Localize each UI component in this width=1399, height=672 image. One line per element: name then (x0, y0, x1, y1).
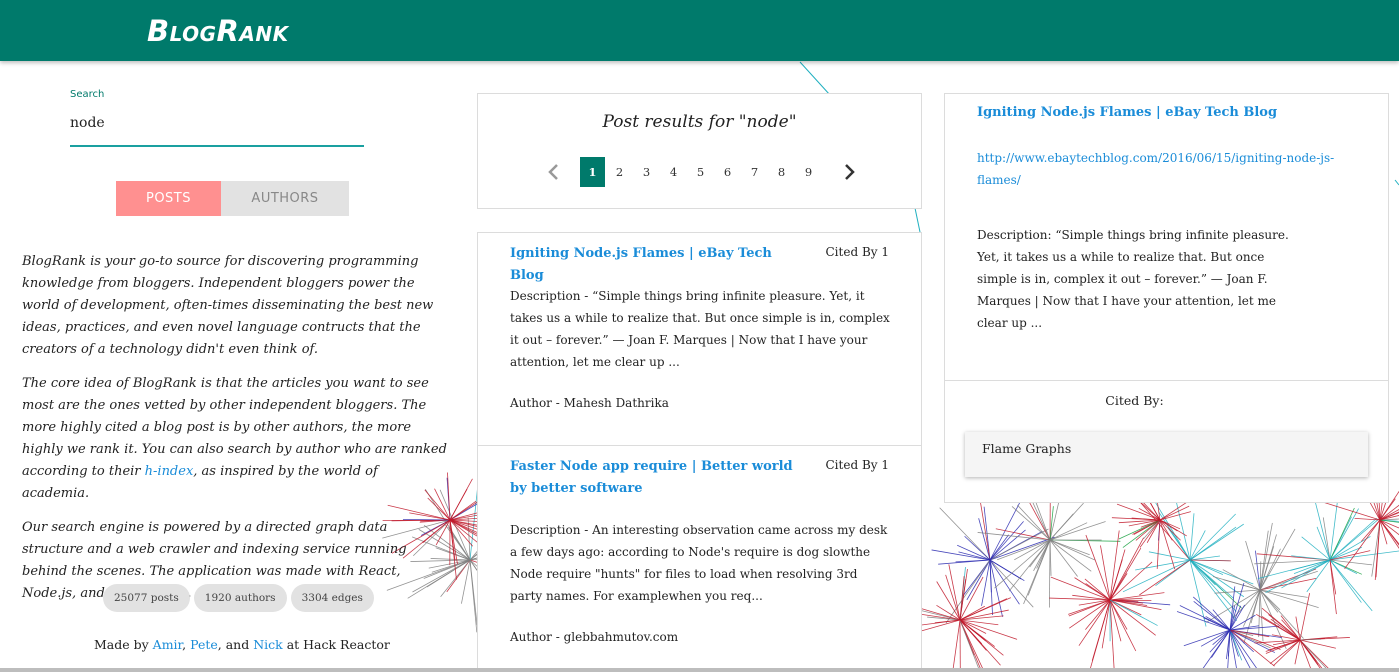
detail-title[interactable]: Igniting Node.js Flames | eBay Tech Blog (977, 105, 1277, 120)
credits-sep-1: , (182, 637, 191, 652)
page-number-6[interactable]: 6 (715, 157, 740, 187)
page-number-9[interactable]: 9 (796, 157, 821, 187)
page-number-5[interactable]: 5 (688, 157, 713, 187)
bottom-scroll-strip (0, 668, 1399, 672)
result-author: Author - glebbahmutov.com (510, 630, 679, 644)
chevron-left-icon[interactable] (540, 157, 566, 187)
nick-link[interactable]: Nick (253, 637, 283, 652)
about-paragraph-1: BlogRank is your go-to source for discov… (22, 254, 434, 357)
amir-link[interactable]: Amir (153, 637, 182, 652)
credits-suffix: at Hack Reactor (282, 637, 390, 652)
page-number-4[interactable]: 4 (661, 157, 686, 187)
result-cited-count: Cited By 1 (825, 245, 890, 259)
page-number-8[interactable]: 8 (769, 157, 794, 187)
detail-divider (945, 380, 1388, 381)
detail-description: Description: “Simple things bring infini… (977, 228, 1289, 330)
post-detail-card: Igniting Node.js Flames | eBay Tech Blog… (944, 93, 1389, 503)
result-title[interactable]: Faster Node app require | Better world b… (510, 456, 800, 500)
results-header-card: Post results for "node" 123456789 (477, 93, 922, 209)
cited-by-label: Cited By: (1105, 393, 1164, 408)
result-author: Author - Mahesh Dathrika (510, 396, 669, 410)
pete-link[interactable]: Pete (190, 637, 218, 652)
page-numbers: 123456789 (580, 157, 823, 187)
page-number-3[interactable]: 3 (634, 157, 659, 187)
cited-by-item[interactable]: Flame Graphs (965, 432, 1368, 477)
app-header: BlogRank (0, 0, 1399, 61)
credits-prefix: Made by (94, 637, 153, 652)
credits: Made by Amir, Pete, and Nick at Hack Rea… (94, 637, 390, 652)
page-number-2[interactable]: 2 (607, 157, 632, 187)
result-description: Description - An interesting observation… (510, 523, 888, 603)
result-item[interactable]: Faster Node app require | Better world b… (478, 446, 921, 672)
result-item[interactable]: Igniting Node.js Flames | eBay Tech Blog… (478, 233, 921, 446)
search-type-toggle: POSTS AUTHORS (116, 181, 349, 216)
page-number-1[interactable]: 1 (580, 157, 605, 187)
posts-count-badge: 25077 posts (103, 584, 190, 612)
result-description: Description - “Simple things bring infin… (510, 289, 890, 369)
page-number-7[interactable]: 7 (742, 157, 767, 187)
detail-url-link[interactable]: http://www.ebaytechblog.com/2016/06/15/i… (977, 147, 1357, 191)
results-title: Post results for "node" (602, 112, 797, 132)
search-label: Search (70, 89, 105, 100)
edges-count-badge: 3304 edges (290, 584, 374, 612)
authors-count-badge: 1920 authors (193, 584, 287, 612)
search-input[interactable] (70, 109, 364, 147)
about-paragraph-2: The core idea of BlogRank is that the ar… (22, 373, 447, 505)
authors-toggle-button[interactable]: AUTHORS (221, 181, 349, 216)
chevron-right-icon[interactable] (837, 157, 863, 187)
stats-bar: 25077 posts 1920 authors 3304 edges (103, 584, 374, 612)
posts-toggle-button[interactable]: POSTS (116, 181, 221, 216)
left-panel: Search POSTS AUTHORS BlogRank is your go… (0, 61, 460, 672)
credits-sep-2: , and (217, 637, 254, 652)
app-logo[interactable]: BlogRank (147, 14, 289, 48)
about-text: BlogRank is your go-to source for discov… (22, 251, 447, 617)
pagination: 123456789 (540, 157, 863, 187)
result-title[interactable]: Igniting Node.js Flames | eBay Tech Blog (510, 243, 800, 287)
h-index-link[interactable]: h-index (145, 464, 194, 479)
result-cited-count: Cited By 1 (825, 458, 890, 472)
results-list: Igniting Node.js Flames | eBay Tech Blog… (477, 232, 922, 672)
